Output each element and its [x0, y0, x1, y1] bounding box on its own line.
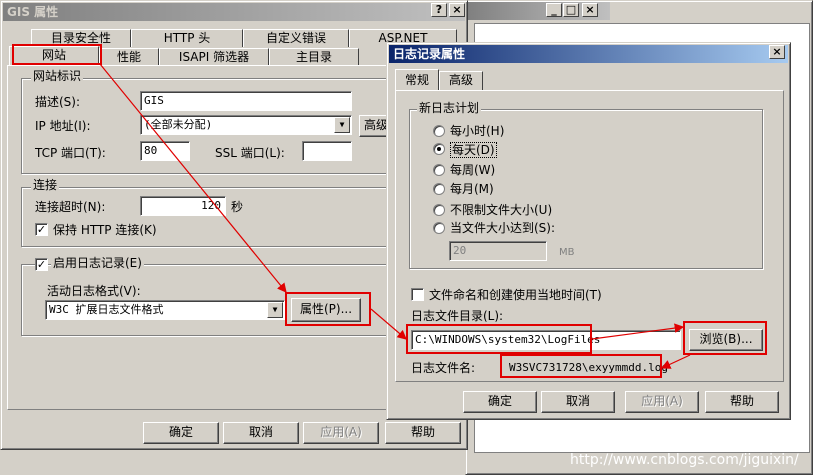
- radio-daily[interactable]: [433, 143, 445, 155]
- logging-dialog-title: 日志记录属性: [393, 47, 466, 61]
- help-button[interactable]: 帮助: [385, 422, 461, 444]
- timeout-input[interactable]: 120: [140, 196, 226, 216]
- tab-performance[interactable]: 性能: [99, 48, 159, 66]
- size-unit: MB: [559, 247, 575, 258]
- timeout-unit: 秒: [231, 200, 244, 214]
- tab-home-directory[interactable]: 主目录: [269, 48, 359, 66]
- radio-weekly-label: 每周(W): [450, 163, 496, 177]
- tab-custom-errors[interactable]: 自定义错误: [243, 29, 349, 47]
- radio-unlimited[interactable]: [433, 204, 445, 216]
- radio-hourly[interactable]: [433, 125, 445, 137]
- minimize-icon[interactable]: _: [546, 3, 562, 17]
- tcp-port-label: TCP 端口(T):: [35, 146, 106, 160]
- tcp-port-input[interactable]: 80: [140, 141, 190, 161]
- ok-button[interactable]: 确定: [143, 422, 219, 444]
- highlight-log-directory: [406, 324, 592, 354]
- size-input[interactable]: 20: [449, 241, 547, 261]
- tab-http-headers[interactable]: HTTP 头: [131, 29, 243, 47]
- watermark: http://www.cnblogs.com/jiguixin/: [570, 452, 799, 468]
- ip-address-value: (全部未分配): [144, 118, 213, 131]
- chevron-down-icon[interactable]: ▼: [267, 302, 283, 318]
- advanced-button[interactable]: 高级: [359, 115, 389, 137]
- tab-isapi-filters[interactable]: ISAPI 筛选器: [159, 48, 269, 66]
- keepalive-label: 保持 HTTP 连接(K): [53, 223, 157, 237]
- log-filename-label: 日志文件名:: [411, 361, 476, 375]
- ip-address-select[interactable]: (全部未分配) ▼: [140, 115, 352, 135]
- log-directory-label: 日志文件目录(L):: [411, 309, 504, 323]
- connection-label: 连接: [31, 178, 60, 192]
- description-label: 描述(S):: [35, 95, 81, 109]
- restore-icon[interactable]: □: [563, 3, 579, 17]
- apply-button[interactable]: 应用(A): [625, 391, 699, 413]
- help-button[interactable]: 帮助: [705, 391, 779, 413]
- timeout-label: 连接超时(N):: [35, 200, 106, 214]
- dialog-title: GIS 属性: [7, 5, 59, 19]
- highlight-properties-button: [285, 292, 371, 326]
- ssl-port-label: SSL 端口(L):: [215, 146, 285, 160]
- radio-size-limit[interactable]: [433, 222, 445, 234]
- enable-logging-checkbox[interactable]: ✓: [35, 258, 48, 271]
- schedule-group-label: 新日志计划: [417, 101, 482, 115]
- website-identity-label: 网站标识: [31, 69, 84, 83]
- localtime-label: 文件命名和创建使用当地时间(T): [429, 288, 602, 302]
- help-icon[interactable]: ?: [431, 3, 447, 17]
- keepalive-checkbox[interactable]: ✓: [35, 223, 48, 236]
- description-input[interactable]: GIS: [140, 91, 352, 111]
- radio-size-limit-label: 当文件大小达到(S):: [450, 221, 556, 235]
- highlight-log-filename: [500, 354, 662, 378]
- localtime-checkbox[interactable]: [411, 288, 424, 301]
- ssl-port-input[interactable]: [302, 141, 352, 161]
- close-icon[interactable]: ×: [769, 45, 785, 59]
- radio-daily-label: 每天(D): [450, 142, 497, 158]
- log-format-label: 活动日志格式(V):: [47, 284, 141, 298]
- radio-hourly-label: 每小时(H): [450, 124, 505, 138]
- logging-dialog-titlebar: 日志记录属性: [389, 45, 788, 63]
- highlight-website-tab: [12, 44, 102, 65]
- dialog-titlebar: GIS 属性: [3, 3, 465, 21]
- tab-general[interactable]: 常规: [395, 69, 439, 91]
- radio-monthly[interactable]: [433, 183, 445, 195]
- close-icon[interactable]: ×: [582, 3, 598, 17]
- log-format-select[interactable]: W3C 扩展日志文件格式 ▼: [45, 300, 285, 320]
- chevron-down-icon[interactable]: ▼: [334, 117, 350, 133]
- radio-monthly-label: 每月(M): [450, 182, 494, 196]
- tab-advanced[interactable]: 高级: [439, 71, 483, 90]
- log-format-value: W3C 扩展日志文件格式: [49, 303, 164, 316]
- radio-weekly[interactable]: [433, 164, 445, 176]
- ok-button[interactable]: 确定: [463, 391, 537, 413]
- cancel-button[interactable]: 取消: [541, 391, 615, 413]
- apply-button[interactable]: 应用(A): [303, 422, 379, 444]
- highlight-browse-button: [683, 321, 767, 355]
- radio-unlimited-label: 不限制文件大小(U): [450, 203, 553, 217]
- ip-address-label: IP 地址(I):: [35, 119, 91, 133]
- close-icon[interactable]: ×: [449, 3, 465, 17]
- enable-logging-label: 启用日志记录(E): [51, 256, 144, 270]
- cancel-button[interactable]: 取消: [223, 422, 299, 444]
